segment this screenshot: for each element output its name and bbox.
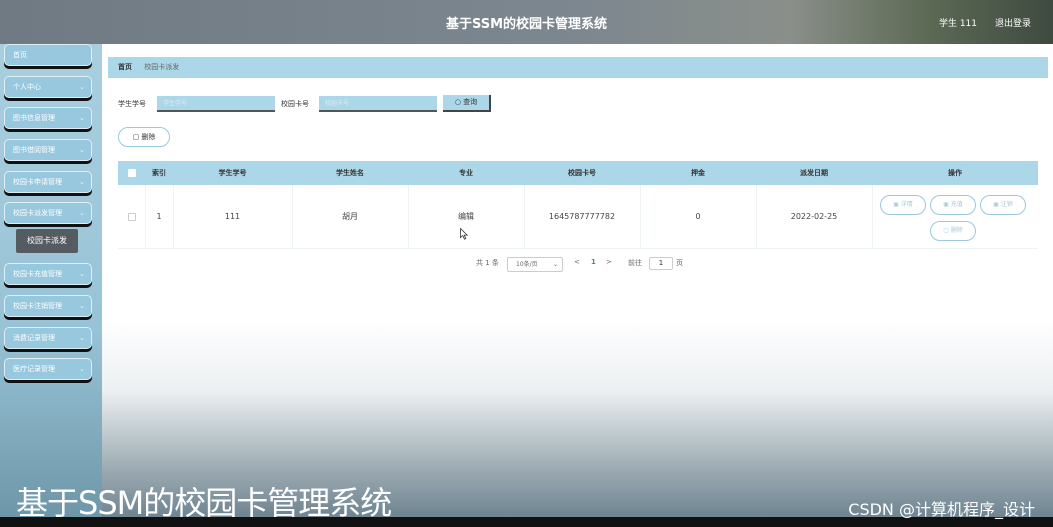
- next-page-button[interactable]: >: [606, 258, 612, 266]
- col-major: 专业: [459, 169, 473, 177]
- table-header: 索引 学生学号 学生姓名 专业 校园卡号 押金 派发日期 操作: [118, 161, 1038, 185]
- batch-delete-button[interactable]: ▢ 删除: [118, 127, 170, 147]
- sidebar-item-card-cancel[interactable]: 校园卡注销管理 ⌄: [4, 295, 92, 317]
- col-index: 索引: [152, 169, 166, 177]
- chevron-down-icon: ⌄: [79, 334, 85, 342]
- sidebar-item-label: 校园卡申请管理: [13, 178, 62, 186]
- cell-student-id: 111: [224, 212, 241, 221]
- overlay-title: 基于SSM的校园卡管理系统: [16, 484, 392, 522]
- goto-label: 前往: [628, 259, 642, 267]
- col-deposit: 押金: [691, 169, 705, 177]
- page-number-current[interactable]: 1: [591, 258, 596, 266]
- top-header: 基于SSM的校园卡管理系统 学生 111 退出登录: [0, 0, 1053, 44]
- trash-icon: ▢: [132, 133, 140, 141]
- sidebar-item-label: 首页: [13, 51, 27, 59]
- search-button[interactable]: ○ 查询: [443, 95, 491, 112]
- cell-issue-date: 2022-02-25: [790, 212, 838, 221]
- row-delete-button[interactable]: ▢ 删除: [930, 221, 976, 241]
- col-operations: 操作: [948, 169, 962, 177]
- document-icon: ▣: [993, 201, 999, 208]
- sidebar-item-label: 消费记录管理: [13, 334, 55, 342]
- sidebar-item-medical[interactable]: 医疗记录管理 ⌄: [4, 358, 92, 380]
- sidebar-item-book-borrow[interactable]: 图书借阅管理 ⌄: [4, 139, 92, 161]
- search-icon: ○: [454, 98, 461, 106]
- pager-total: 共 1 条: [476, 259, 499, 267]
- chevron-down-icon: ⌄: [79, 302, 85, 310]
- select-all-cell[interactable]: [118, 161, 145, 185]
- chevron-up-icon: ⌄: [79, 209, 85, 217]
- sidebar-item-label: 图书借阅管理: [13, 146, 55, 154]
- mouse-cursor-icon: [460, 228, 468, 240]
- sidebar-item-consumption[interactable]: 消费记录管理 ⌄: [4, 327, 92, 349]
- chevron-down-icon: ⌄: [79, 146, 85, 154]
- delete-button-label: 删除: [141, 133, 156, 141]
- chevron-down-icon: ⌄: [79, 365, 85, 373]
- trash-icon: ▢: [943, 227, 949, 234]
- select-all-checkbox[interactable]: [127, 169, 136, 177]
- app-title: 基于SSM的校园卡管理系统: [445, 17, 608, 32]
- sidebar-item-personal-center[interactable]: 个人中心 ⌄: [4, 76, 92, 98]
- goto-page-input[interactable]: 1: [649, 257, 673, 270]
- sidebar-item-label: 个人中心: [13, 83, 41, 91]
- cell-deposit: 0: [695, 212, 701, 221]
- recharge-button[interactable]: ▣ 充值: [930, 195, 976, 215]
- sidebar-subitem-card-issue[interactable]: 校园卡派发: [16, 229, 78, 253]
- logout-link[interactable]: 退出登录: [995, 16, 1031, 29]
- cell-operations: ▣ 详情 ▣ 充值 ▣ 注销 ▢ 删除: [872, 185, 1038, 248]
- detail-button[interactable]: ▣ 详情: [880, 195, 926, 215]
- sidebar-item-book-info[interactable]: 图书信息管理 ⌄: [4, 107, 92, 129]
- prev-page-button[interactable]: <: [574, 258, 580, 266]
- overlay-credit: CSDN @计算机程序_设计: [848, 500, 1035, 519]
- card-no-label: 校园卡号: [281, 100, 309, 108]
- page-size-select[interactable]: 10条/页 ⌄: [507, 257, 563, 272]
- cell-card-no: 1645787777782: [548, 212, 616, 221]
- data-table: 索引 学生学号 学生姓名 专业 校园卡号 押金 派发日期 操作 1 111 胡月…: [118, 161, 1038, 249]
- chevron-down-icon: ⌄: [79, 114, 85, 122]
- row-checkbox[interactable]: [127, 212, 136, 221]
- chevron-down-icon: ⌄: [552, 261, 558, 268]
- col-student-id: 学生学号: [218, 169, 247, 177]
- sidebar-item-card-apply[interactable]: 校园卡申请管理 ⌄: [4, 171, 92, 193]
- sidebar-item-label: 医疗记录管理: [13, 365, 55, 373]
- chevron-down-icon: ⌄: [79, 270, 85, 278]
- cancel-card-button[interactable]: ▣ 注销: [980, 195, 1026, 215]
- chevron-down-icon: ⌄: [79, 178, 85, 186]
- breadcrumb-home[interactable]: 首页: [118, 63, 132, 71]
- cell-student-name: 胡月: [342, 212, 358, 221]
- document-icon: ▣: [893, 201, 899, 208]
- sidebar-item-label: 校园卡注销管理: [13, 302, 62, 310]
- breadcrumb-current: 校园卡派发: [144, 63, 180, 71]
- col-student-name: 学生姓名: [336, 169, 364, 177]
- sidebar-item-label: 校园卡派发管理: [13, 209, 62, 217]
- col-card-no: 校园卡号: [568, 169, 596, 177]
- col-issue-date: 派发日期: [800, 169, 828, 177]
- table-row: 1 111 胡月 编辑 1645787777782 0 2022-02-25 ▣…: [118, 185, 1038, 249]
- card-no-input[interactable]: 校园卡号: [319, 96, 437, 112]
- sidebar-item-card-issue[interactable]: 校园卡派发管理 ⌄: [4, 202, 92, 224]
- search-button-label: 查询: [463, 98, 478, 106]
- row-select-cell[interactable]: [118, 185, 145, 248]
- current-user: 学生 111: [938, 19, 977, 29]
- sidebar-item-home[interactable]: 首页: [4, 44, 92, 66]
- breadcrumb: 首页 校园卡派发: [108, 57, 1048, 78]
- cell-index: 1: [156, 212, 162, 221]
- chevron-down-icon: ⌄: [79, 83, 85, 91]
- student-id-label: 学生学号: [118, 100, 146, 108]
- sidebar-item-label: 图书信息管理: [13, 114, 55, 122]
- sidebar-item-label: 校园卡充值管理: [13, 270, 62, 278]
- document-icon: ▣: [943, 201, 949, 208]
- student-id-input[interactable]: 学生学号: [157, 96, 275, 112]
- sidebar-item-card-recharge[interactable]: 校园卡充值管理 ⌄: [4, 263, 92, 285]
- page-unit-label: 页: [676, 259, 683, 267]
